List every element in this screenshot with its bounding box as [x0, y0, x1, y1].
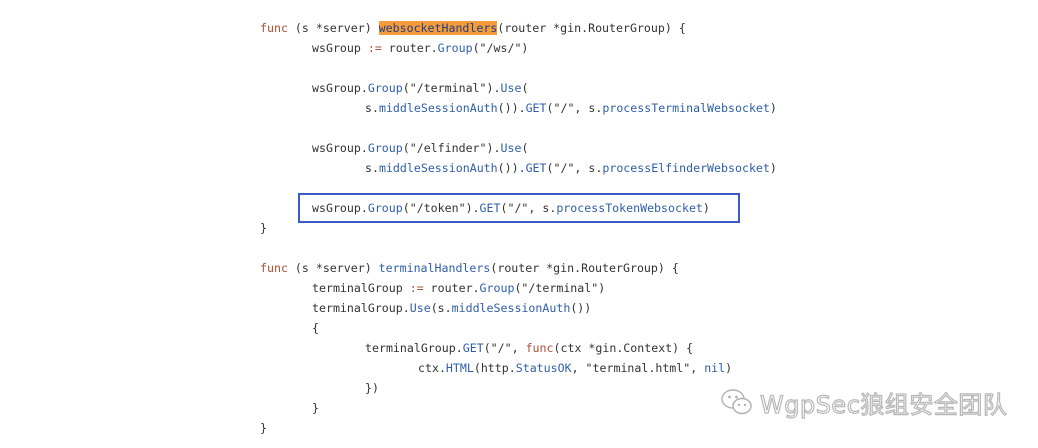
wechat-icon	[721, 389, 752, 415]
code-line-16: }	[312, 401, 319, 415]
code-snippet: func (s *server) websocketHandlers(route…	[0, 0, 1038, 448]
highlighted-function-name: websocketHandlers	[378, 21, 498, 35]
code-line-2: wsGroup := router.Group("/ws/")	[312, 41, 529, 55]
code-line-10: terminalGroup := router.Group("/terminal…	[312, 281, 606, 295]
code-line-6: s.middleSessionAuth()).GET("/", s.proces…	[365, 161, 777, 175]
code-line-3: wsGroup.Group("/terminal").Use(	[312, 81, 529, 95]
watermark-text: WgpSec狼组安全团队	[759, 390, 1008, 419]
code-line-5: wsGroup.Group("/elfinder").Use(	[312, 141, 529, 155]
code-line-7: wsGroup.Group("/token").GET("/", s.proce…	[312, 201, 710, 215]
code-line-15: })	[365, 381, 379, 395]
code-line-13: terminalGroup.GET("/", func(ctx *gin.Con…	[365, 341, 694, 355]
code-line-17: }	[260, 421, 267, 435]
code-line-4: s.middleSessionAuth()).GET("/", s.proces…	[365, 101, 777, 115]
code-line-12: {	[312, 321, 319, 335]
code-line-8: }	[260, 221, 267, 235]
code-line-11: terminalGroup.Use(s.middleSessionAuth())	[312, 301, 592, 315]
code-line-9: func (s *server) terminalHandlers(router…	[260, 261, 679, 275]
code-line-14: ctx.HTML(http.StatusOK, "terminal.html",…	[418, 361, 733, 375]
watermark: WgpSec狼组安全团队	[720, 382, 1008, 422]
code-line-1: func (s *server) websocketHandlers(route…	[260, 21, 686, 35]
